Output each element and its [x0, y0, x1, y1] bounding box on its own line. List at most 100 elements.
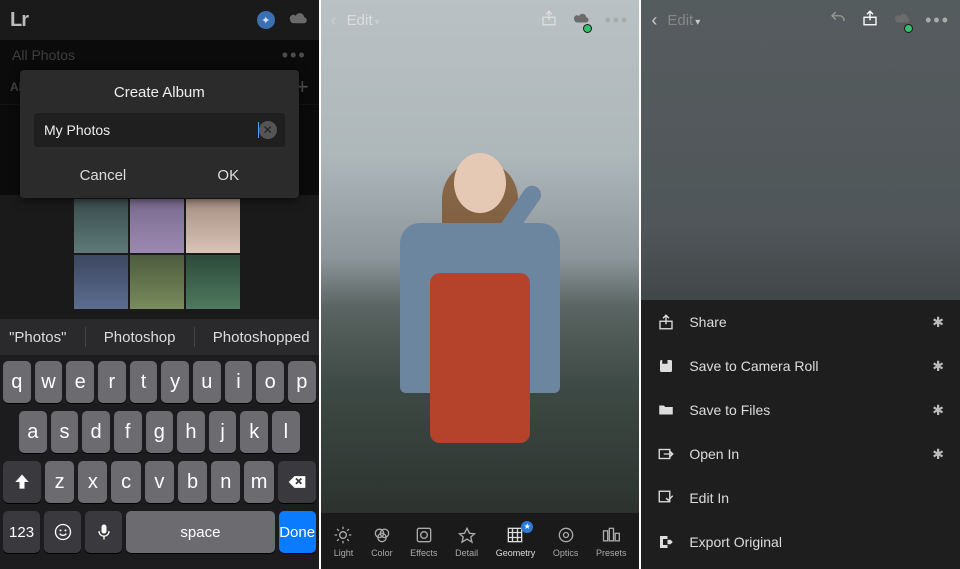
tool-optics[interactable]: Optics	[553, 525, 579, 558]
kb-row-3: z x c v b n m	[3, 461, 316, 503]
tool-label: Color	[371, 548, 393, 558]
edit-title[interactable]: Edit▾	[667, 12, 700, 29]
thumb[interactable]	[74, 255, 128, 309]
key-n[interactable]: n	[211, 461, 240, 503]
key-q[interactable]: q	[3, 361, 31, 403]
menu-label: Save to Files	[689, 402, 770, 418]
create-album-modal: Create Album ✕ Cancel OK	[20, 70, 299, 198]
key-l[interactable]: l	[272, 411, 300, 453]
key-123[interactable]: 123	[3, 511, 40, 553]
kb-row-2: a s d f g h j k l	[3, 411, 316, 453]
search-icon[interactable]: ✦	[257, 11, 275, 29]
key-f[interactable]: f	[114, 411, 142, 453]
key-o[interactable]: o	[256, 361, 284, 403]
key-b[interactable]: b	[178, 461, 207, 503]
premium-badge-icon: ★	[521, 521, 533, 533]
tool-detail[interactable]: Detail	[455, 525, 478, 558]
back-icon[interactable]: ‹	[651, 10, 657, 31]
key-w[interactable]: w	[35, 361, 63, 403]
thumb[interactable]	[186, 199, 240, 253]
thumb[interactable]	[186, 255, 240, 309]
more-icon[interactable]: •••	[604, 10, 629, 31]
key-y[interactable]: y	[161, 361, 189, 403]
key-emoji[interactable]	[44, 511, 81, 553]
keyboard: q w e r t y u i o p a s d f g h j k l z	[0, 355, 319, 569]
key-g[interactable]: g	[146, 411, 174, 453]
share-menu-export-original[interactable]: Export Original	[641, 520, 960, 564]
gear-icon[interactable]: ✱	[932, 314, 944, 331]
key-c[interactable]: c	[111, 461, 140, 503]
key-shift[interactable]	[3, 461, 41, 503]
key-h[interactable]: h	[177, 411, 205, 453]
tool-presets[interactable]: Presets	[596, 525, 627, 558]
share-icon[interactable]	[861, 9, 879, 32]
pane-library: Lr ✦ All Photos ••• ALBUMS SHARED + Crea…	[0, 0, 319, 569]
tool-label: Effects	[410, 548, 437, 558]
key-backspace[interactable]	[278, 461, 316, 503]
kb-row-4: 123 space Done	[3, 511, 316, 553]
cloud-sync-icon[interactable]	[893, 9, 911, 32]
cloud-sync-icon[interactable]	[572, 9, 590, 32]
key-done[interactable]: Done	[279, 511, 316, 553]
key-i[interactable]: i	[225, 361, 253, 403]
album-name-input-wrap[interactable]: ✕	[34, 113, 285, 147]
key-t[interactable]: t	[130, 361, 158, 403]
open-in-icon	[657, 445, 675, 463]
tool-label: Detail	[455, 548, 478, 558]
suggestion[interactable]: Photoshop	[104, 329, 176, 346]
key-u[interactable]: u	[193, 361, 221, 403]
menu-label: Open In	[689, 446, 739, 462]
key-space[interactable]: space	[126, 511, 274, 553]
back-icon[interactable]: ‹	[331, 10, 337, 31]
edit-title[interactable]: Edit▾	[347, 12, 380, 29]
gear-icon[interactable]: ✱	[932, 358, 944, 375]
thumb[interactable]	[74, 199, 128, 253]
cloud-sync-icon[interactable]	[287, 11, 309, 30]
thumb[interactable]	[130, 199, 184, 253]
top-bar: Lr ✦	[0, 0, 319, 40]
tool-color[interactable]: Color	[371, 525, 393, 558]
app-logo: Lr	[10, 9, 28, 32]
share-menu-edit-in[interactable]: Edit In	[641, 476, 960, 520]
ok-button[interactable]: OK	[207, 161, 249, 190]
key-m[interactable]: m	[244, 461, 273, 503]
key-e[interactable]: e	[66, 361, 94, 403]
tool-light[interactable]: Light	[333, 525, 353, 558]
key-j[interactable]: j	[209, 411, 237, 453]
more-icon[interactable]: •••	[925, 10, 950, 31]
share-menu-save-camera-roll[interactable]: Save to Camera Roll ✱	[641, 344, 960, 388]
key-a[interactable]: a	[19, 411, 47, 453]
key-v[interactable]: v	[145, 461, 174, 503]
share-icon[interactable]	[540, 9, 558, 32]
key-mic[interactable]	[85, 511, 122, 553]
edit-top-bar: ‹ Edit▾ •••	[321, 0, 640, 40]
tool-label: Optics	[553, 548, 579, 558]
key-p[interactable]: p	[288, 361, 316, 403]
tool-geometry[interactable]: ★ Geometry	[496, 525, 536, 558]
thumb[interactable]	[130, 255, 184, 309]
key-d[interactable]: d	[82, 411, 110, 453]
gear-icon[interactable]: ✱	[932, 446, 944, 463]
cancel-button[interactable]: Cancel	[70, 161, 137, 190]
key-r[interactable]: r	[98, 361, 126, 403]
share-top-bar: ‹ Edit▾ •••	[641, 0, 960, 40]
tool-effects[interactable]: Effects	[410, 525, 437, 558]
suggestion[interactable]: "Photos"	[9, 329, 66, 346]
clear-input-icon[interactable]: ✕	[259, 121, 277, 139]
key-s[interactable]: s	[51, 411, 79, 453]
suggestion[interactable]: Photoshopped	[213, 329, 310, 346]
album-name-input[interactable]	[42, 121, 257, 139]
menu-label: Save to Camera Roll	[689, 358, 818, 374]
share-menu-share[interactable]: Share ✱	[641, 300, 960, 344]
key-z[interactable]: z	[45, 461, 74, 503]
share-menu-open-in[interactable]: Open In ✱	[641, 432, 960, 476]
share-menu-save-files[interactable]: Save to Files ✱	[641, 388, 960, 432]
key-x[interactable]: x	[78, 461, 107, 503]
share-icon	[657, 313, 675, 331]
photo-preview[interactable]	[321, 0, 640, 513]
undo-icon[interactable]	[829, 9, 847, 32]
gear-icon[interactable]: ✱	[932, 402, 944, 419]
pane-share: ‹ Edit▾ ••• Share ✱	[639, 0, 960, 569]
key-k[interactable]: k	[240, 411, 268, 453]
edit-in-icon	[657, 489, 675, 507]
